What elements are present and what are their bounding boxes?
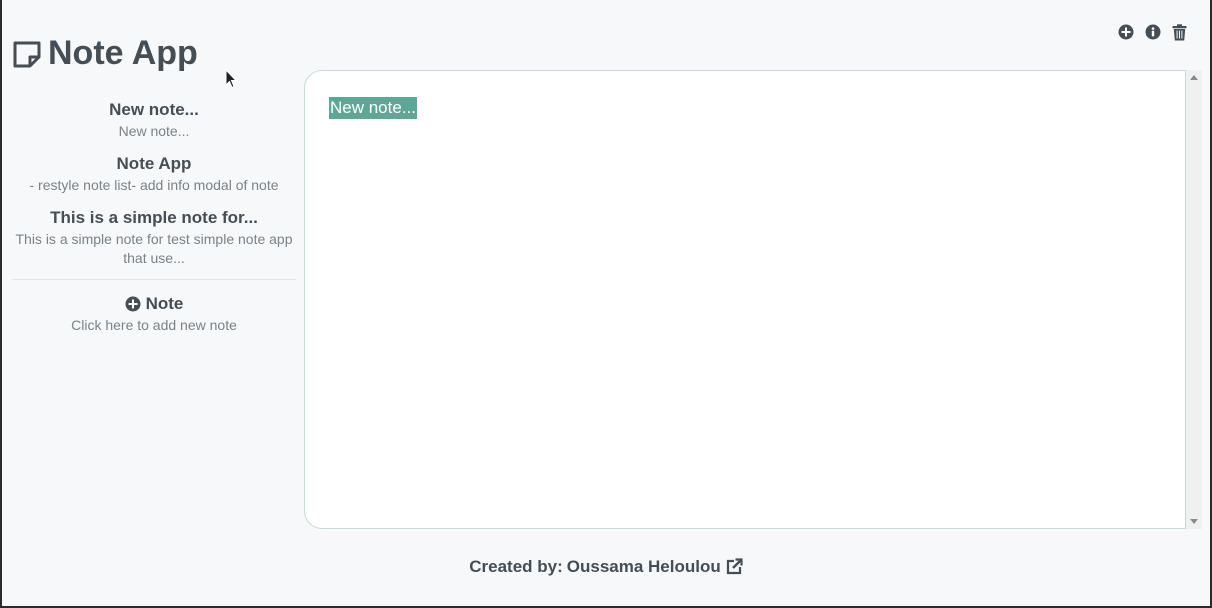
external-link-icon	[726, 558, 743, 575]
note-preview: - restyle note list- add info modal of n…	[29, 177, 279, 193]
list-item[interactable]: Note App - restyle note list- add info m…	[12, 150, 296, 204]
add-note-item[interactable]: Note Click here to add new note	[12, 290, 296, 344]
note-title: New note...	[109, 100, 199, 119]
note-title: This is a simple note for...	[50, 208, 258, 227]
list-item[interactable]: This is a simple note for... This is a s…	[12, 204, 296, 277]
page-title: Note App	[12, 34, 198, 73]
note-editor[interactable]: New note...	[304, 70, 1186, 529]
trash-icon	[1172, 23, 1187, 40]
divider	[12, 279, 296, 280]
note-preview: This is a simple note for test simple no…	[15, 231, 293, 266]
plus-circle-icon	[125, 296, 141, 312]
plus-circle-icon	[1118, 24, 1133, 40]
sticky-note-icon	[12, 39, 42, 69]
add-note-label: Note	[145, 294, 184, 313]
add-note-hint: Click here to add new note	[71, 317, 237, 333]
info-button[interactable]	[1144, 23, 1161, 41]
delete-note-button[interactable]	[1171, 23, 1188, 41]
toolbar	[1117, 23, 1188, 41]
add-note-title-row: Note	[12, 292, 296, 316]
footer-credit-label: Created by:	[469, 557, 563, 576]
note-title: Note App	[116, 154, 192, 173]
editor-content[interactable]: New note...	[329, 97, 417, 119]
author-link[interactable]: Oussama Heloulou	[567, 557, 743, 577]
list-item[interactable]: New note... New note...	[12, 96, 296, 150]
add-note-button[interactable]	[1117, 23, 1134, 41]
scroll-up-arrow-icon[interactable]	[1190, 75, 1198, 80]
editor-scrollbar[interactable]	[1186, 70, 1202, 529]
note-list: New note... New note... Note App - resty…	[12, 96, 296, 344]
note-preview: New note...	[118, 123, 190, 139]
footer: Created by: Oussama Heloulou	[2, 557, 1210, 577]
author-name: Oussama Heloulou	[566, 557, 721, 576]
mouse-cursor-icon	[225, 69, 237, 89]
editor-panel: New note...	[304, 70, 1202, 529]
app-title-text: Note App	[48, 34, 198, 72]
scroll-down-arrow-icon[interactable]	[1190, 519, 1198, 524]
info-circle-icon	[1145, 24, 1160, 40]
